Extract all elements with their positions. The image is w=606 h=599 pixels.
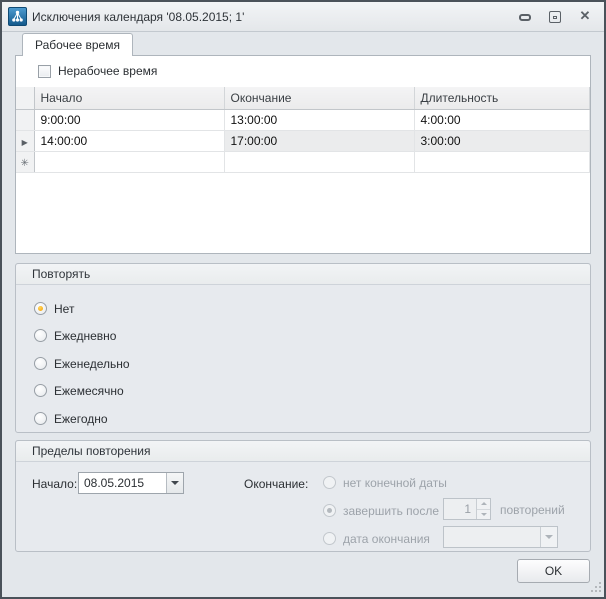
radio-weekly[interactable]: [34, 357, 47, 370]
minimize-icon[interactable]: [518, 10, 532, 24]
nonworking-time-checkbox[interactable]: [38, 65, 51, 78]
repeat-option-daily[interactable]: Ежедневно: [34, 328, 116, 343]
table-row-current[interactable]: ▶ 14:00:00 17:00:00 3:00:00: [16, 130, 590, 151]
time-grid: Начало Окончание Длительность 9:00:00 13…: [16, 87, 590, 173]
cell-end[interactable]: 17:00:00: [224, 130, 414, 151]
column-header-duration[interactable]: Длительность: [414, 87, 590, 109]
title-bar: Исключения календаря '08.05.2015; 1' ✕: [2, 2, 604, 32]
radio-yearly[interactable]: [34, 412, 47, 425]
limits-group-title: Пределы повторения: [16, 441, 590, 462]
row-indicator-header: [16, 87, 34, 109]
spin-buttons: [476, 499, 490, 519]
radio-daily[interactable]: [34, 329, 47, 342]
close-icon[interactable]: ✕: [578, 10, 592, 24]
radio-monthly[interactable]: [34, 384, 47, 397]
end-date-value: [444, 527, 540, 547]
row-indicator: [16, 109, 34, 130]
start-date-value[interactable]: 08.05.2015: [79, 473, 166, 493]
end-date-editor: [443, 526, 558, 548]
grid-header-row: Начало Окончание Длительность: [16, 87, 590, 109]
radio-end-date: [323, 532, 336, 545]
start-date-dropdown-icon[interactable]: [166, 473, 183, 493]
start-date-editor[interactable]: 08.05.2015: [78, 472, 184, 494]
resize-grip[interactable]: [589, 582, 601, 594]
repeat-group-title: Повторять: [16, 264, 590, 285]
end-option-label: дата окончания: [343, 532, 430, 546]
ok-button[interactable]: OK: [517, 559, 590, 583]
end-option-label: завершить после: [343, 504, 439, 518]
dialog-window: Исключения календаря '08.05.2015; 1' ✕ Р…: [0, 0, 606, 599]
repeat-option-label: Ежедневно: [54, 329, 116, 343]
end-option-end-date: дата окончания: [323, 531, 430, 546]
limits-group: Пределы повторения Начало: 08.05.2015 Ок…: [15, 440, 591, 552]
repeat-option-label: Ежегодно: [54, 412, 108, 426]
start-date-label: Начало:: [32, 477, 77, 491]
occurrences-stepper: 1: [443, 498, 491, 520]
table-row[interactable]: 9:00:00 13:00:00 4:00:00: [16, 109, 590, 130]
end-label: Окончание:: [244, 477, 308, 491]
cell-duration-empty[interactable]: [414, 151, 590, 172]
cell-start-empty[interactable]: [34, 151, 224, 172]
radio-no-end-date: [323, 476, 336, 489]
end-option-no-date: нет конечной даты: [323, 475, 447, 490]
cell-end-empty[interactable]: [224, 151, 414, 172]
nonworking-time-option[interactable]: Нерабочее время: [38, 64, 157, 78]
cell-start[interactable]: 14:00:00: [34, 130, 224, 151]
cell-start[interactable]: 9:00:00: [34, 109, 224, 130]
end-date-dropdown-icon: [540, 527, 557, 547]
maximize-icon[interactable]: [548, 10, 562, 24]
repeat-group: Повторять Нет Ежедневно Еженедельно Ежем…: [15, 263, 591, 433]
repeat-option-weekly[interactable]: Еженедельно: [34, 356, 130, 371]
radio-end-after: [323, 504, 336, 517]
repeat-option-label: Ежемесячно: [54, 384, 124, 398]
repeat-option-label: Нет: [54, 302, 74, 316]
repeat-option-monthly[interactable]: Ежемесячно: [34, 383, 124, 398]
current-row-indicator-icon: ▶: [16, 130, 34, 151]
repeat-option-none[interactable]: Нет: [34, 301, 74, 316]
repeat-option-label: Еженедельно: [54, 357, 130, 371]
nonworking-time-label: Нерабочее время: [58, 64, 157, 78]
window-title: Исключения календаря '08.05.2015; 1': [32, 2, 244, 32]
cell-duration[interactable]: 3:00:00: [414, 130, 590, 151]
org-chart-icon: [8, 7, 27, 26]
end-option-after-count: завершить после: [323, 503, 439, 518]
column-header-end[interactable]: Окончание: [224, 87, 414, 109]
radio-none[interactable]: [34, 302, 47, 315]
occurrences-value: 1: [444, 499, 476, 519]
repeat-option-yearly[interactable]: Ежегодно: [34, 411, 108, 426]
end-option-label: нет конечной даты: [343, 476, 447, 490]
spin-up-icon: [477, 499, 490, 510]
cell-duration[interactable]: 4:00:00: [414, 109, 590, 130]
spin-down-icon: [477, 510, 490, 520]
occurrences-suffix-label: повторений: [500, 503, 565, 517]
working-time-panel: Нерабочее время Начало Окончание Длитель…: [15, 55, 591, 254]
table-row-new[interactable]: ✳: [16, 151, 590, 172]
tab-working-time[interactable]: Рабочее время: [22, 33, 133, 56]
caption-buttons: ✕: [518, 2, 592, 32]
column-header-start[interactable]: Начало: [34, 87, 224, 109]
cell-end[interactable]: 13:00:00: [224, 109, 414, 130]
new-row-indicator-icon: ✳: [16, 151, 34, 172]
